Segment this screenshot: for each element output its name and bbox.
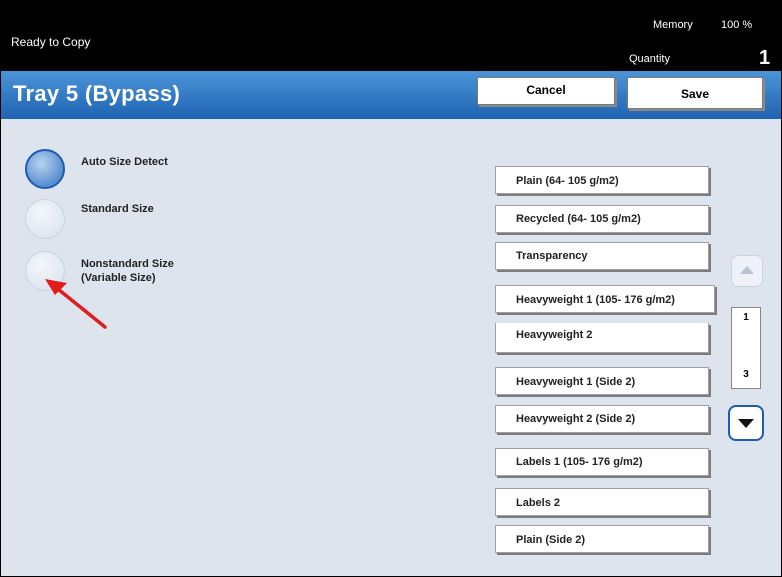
page-indicator: 1 3 [731, 307, 761, 389]
triangle-down-icon [738, 419, 754, 428]
paper-type-button[interactable]: Heavyweight 1 (105- 176 g/m2) [495, 285, 715, 313]
standard-size-radio[interactable] [25, 199, 65, 239]
auto-size-detect-radio[interactable] [25, 149, 65, 189]
paper-type-button[interactable]: Heavyweight 2 [495, 323, 709, 353]
ready-status-text: Ready to Copy [11, 35, 91, 49]
standard-size-label: Standard Size [81, 203, 154, 215]
page-title: Tray 5 (Bypass) [13, 81, 181, 106]
paper-type-button[interactable]: Plain (Side 2) [495, 525, 709, 553]
triangle-up-icon [740, 266, 754, 274]
cancel-button[interactable]: Cancel [477, 77, 615, 105]
save-button[interactable]: Save [627, 77, 763, 109]
paper-type-button[interactable]: Labels 2 [495, 488, 709, 516]
paper-type-button[interactable]: Transparency [495, 242, 709, 270]
paper-type-button[interactable]: Labels 1 (105- 176 g/m2) [495, 448, 709, 476]
status-bar: Ready to Copy Memory 100 % Quantity 1 [1, 1, 781, 71]
paper-type-button[interactable]: Recycled (64- 105 g/m2) [495, 205, 709, 233]
quantity-label: Quantity [629, 53, 670, 65]
paper-type-button[interactable]: Heavyweight 2 (Side 2) [495, 405, 709, 433]
quantity-value: 1 [759, 47, 771, 69]
auto-size-detect-label: Auto Size Detect [81, 156, 168, 168]
scroll-down-button[interactable] [728, 405, 764, 441]
paper-type-button[interactable]: Plain (64- 105 g/m2) [495, 166, 709, 194]
scroll-up-button[interactable] [731, 255, 763, 287]
memory-value: 100 % [721, 19, 753, 31]
current-page: 1 [743, 312, 749, 323]
red-arrow-icon [45, 279, 107, 329]
memory-label: Memory [653, 19, 693, 31]
total-pages: 3 [743, 369, 749, 380]
paper-type-button[interactable]: Heavyweight 1 (Side 2) [495, 367, 709, 395]
screen: Ready to Copy Memory 100 % Quantity 1 Tr… [0, 0, 782, 577]
